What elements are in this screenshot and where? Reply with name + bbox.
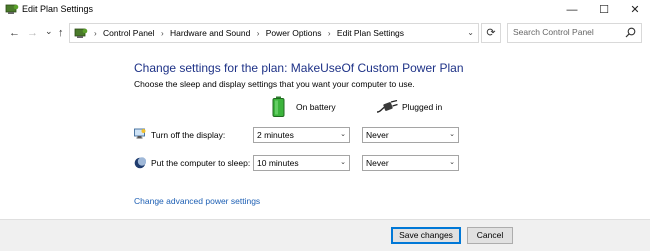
chevron-down-icon: ⌄ xyxy=(340,131,346,138)
sleep-battery-select[interactable]: 10 minutes ⌄ xyxy=(253,155,350,171)
change-advanced-power-settings-link[interactable]: Change advanced power settings xyxy=(134,196,260,206)
select-value: 10 minutes xyxy=(257,158,299,168)
button-bar: Save changes Cancel xyxy=(0,219,650,251)
breadcrumb-power-options[interactable]: Power Options xyxy=(266,28,322,38)
close-button[interactable]: ✕ xyxy=(620,0,650,20)
minimize-button[interactable]: — xyxy=(557,0,587,20)
chevron-down-icon: ⌄ xyxy=(340,159,346,166)
breadcrumb-edit-plan-settings[interactable]: Edit Plan Settings xyxy=(337,28,404,38)
column-header-on-battery: On battery xyxy=(296,102,336,112)
sleep-label: Put the computer to sleep: xyxy=(151,158,251,168)
recent-locations-button[interactable]: ⌄ xyxy=(45,26,53,37)
back-button[interactable]: ← xyxy=(9,27,20,39)
breadcrumb-separator: › xyxy=(94,29,97,38)
address-history-dropdown[interactable]: ⌄ xyxy=(467,28,474,37)
display-off-plugged-select[interactable]: Never ⌄ xyxy=(362,127,459,143)
column-header-plugged-in: Plugged in xyxy=(402,102,443,112)
window-title: Edit Plan Settings xyxy=(22,4,94,14)
select-value: 2 minutes xyxy=(257,130,294,140)
forward-button[interactable]: → xyxy=(27,27,38,39)
sleep-moon-icon xyxy=(134,157,146,169)
control-panel-icon xyxy=(74,28,88,38)
title-bar: Edit Plan Settings — ☐ ✕ xyxy=(0,0,650,20)
save-changes-button[interactable]: Save changes xyxy=(391,227,461,244)
refresh-button[interactable]: ⟳ xyxy=(481,23,501,43)
address-bar[interactable]: › Control Panel › Hardware and Sound › P… xyxy=(69,23,479,43)
up-button[interactable]: ↑ xyxy=(58,27,64,39)
display-icon xyxy=(134,128,146,139)
select-value: Never xyxy=(366,130,389,140)
chevron-down-icon: ⌄ xyxy=(449,159,455,166)
select-value: Never xyxy=(366,158,389,168)
maximize-button[interactable]: ☐ xyxy=(589,0,619,20)
sleep-plugged-select[interactable]: Never ⌄ xyxy=(362,155,459,171)
refresh-icon: ⟳ xyxy=(486,27,496,39)
battery-icon xyxy=(272,96,285,117)
breadcrumb-hardware-and-sound[interactable]: Hardware and Sound xyxy=(170,28,250,38)
page-title: Change settings for the plan: MakeUseOf … xyxy=(134,61,464,75)
breadcrumb-separator[interactable]: › xyxy=(161,29,164,38)
page-description: Choose the sleep and display settings th… xyxy=(134,79,415,89)
search-box[interactable] xyxy=(507,23,642,43)
search-icon[interactable] xyxy=(625,27,636,38)
display-off-battery-select[interactable]: 2 minutes ⌄ xyxy=(253,127,350,143)
breadcrumb-separator[interactable]: › xyxy=(328,29,331,38)
plug-icon xyxy=(376,100,398,113)
chevron-down-icon: ⌄ xyxy=(449,131,455,138)
turn-off-display-label: Turn off the display: xyxy=(151,130,226,140)
cancel-button[interactable]: Cancel xyxy=(467,227,513,244)
breadcrumb-control-panel[interactable]: Control Panel xyxy=(103,28,155,38)
breadcrumb-separator[interactable]: › xyxy=(257,29,260,38)
search-input[interactable] xyxy=(513,27,618,37)
breadcrumb: › Control Panel › Hardware and Sound › P… xyxy=(90,28,404,38)
power-options-icon xyxy=(5,4,19,14)
